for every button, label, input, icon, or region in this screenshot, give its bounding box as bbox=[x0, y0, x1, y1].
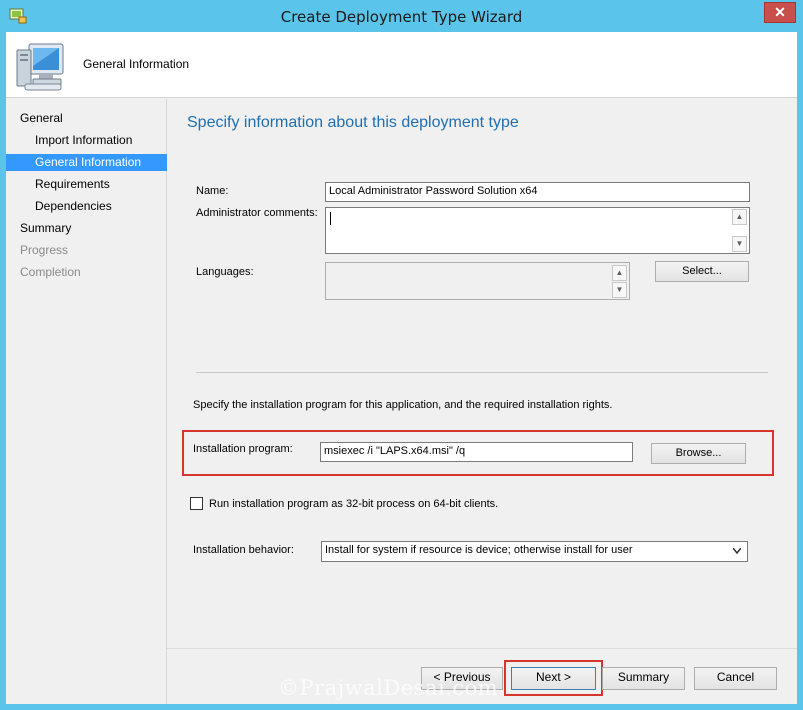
scroll-up-icon: ▲ bbox=[735, 212, 744, 221]
scroll-down-icon: ▼ bbox=[615, 285, 624, 294]
page-title: Specify information about this deploymen… bbox=[187, 114, 519, 131]
nav-item-summary[interactable]: Summary bbox=[6, 220, 167, 237]
nav-item-progress: Progress bbox=[20, 243, 69, 257]
languages-scroll-down-button: ▼ bbox=[612, 282, 627, 298]
run-32bit-checkbox[interactable] bbox=[190, 497, 203, 510]
nav-item-import-information[interactable]: Import Information bbox=[6, 132, 167, 149]
cancel-button[interactable]: Cancel bbox=[694, 667, 777, 690]
install-program-label: Installation program: bbox=[193, 443, 293, 455]
name-input[interactable]: Local Administrator Password Solution x6… bbox=[325, 182, 750, 202]
languages-list bbox=[325, 262, 630, 300]
select-languages-button[interactable]: Select... bbox=[655, 261, 749, 282]
nav-item-requirements[interactable]: Requirements bbox=[6, 176, 167, 193]
comments-textarea[interactable] bbox=[325, 207, 750, 254]
comments-label: Administrator comments: bbox=[196, 207, 318, 219]
languages-scroll-up-button: ▲ bbox=[612, 265, 627, 281]
computer-monitor-icon bbox=[16, 43, 64, 91]
header-title: General Information bbox=[83, 57, 190, 71]
chevron-down-icon bbox=[733, 548, 741, 554]
close-button[interactable]: ✕ bbox=[764, 2, 796, 23]
install-program-input[interactable]: msiexec /i "LAPS.x64.msi" /q bbox=[320, 442, 633, 462]
nav-item-completion: Completion bbox=[20, 265, 81, 279]
scroll-down-icon: ▼ bbox=[735, 239, 744, 248]
nav-item-general-information[interactable]: General Information bbox=[6, 154, 167, 171]
install-hint-text: Specify the installation program for thi… bbox=[193, 399, 613, 411]
run-32bit-label: Run installation program as 32-bit proce… bbox=[209, 498, 499, 510]
name-label: Name: bbox=[196, 185, 229, 197]
install-behavior-label: Installation behavior: bbox=[193, 544, 294, 556]
window-title: Create Deployment Type Wizard bbox=[280, 8, 523, 26]
nav-item-general[interactable]: General bbox=[6, 110, 167, 127]
text-caret bbox=[330, 212, 331, 225]
nav-item-dependencies[interactable]: Dependencies bbox=[6, 198, 167, 215]
scroll-up-icon: ▲ bbox=[615, 268, 624, 277]
comments-scroll-up-button[interactable]: ▲ bbox=[732, 209, 747, 225]
close-icon: ✕ bbox=[774, 4, 786, 20]
section-divider bbox=[196, 372, 768, 373]
summary-button[interactable]: Summary bbox=[602, 667, 685, 690]
next-button[interactable]: Next > bbox=[511, 667, 596, 690]
footer-divider bbox=[167, 648, 797, 649]
comments-scroll-down-button[interactable]: ▼ bbox=[732, 236, 747, 252]
languages-label: Languages: bbox=[196, 266, 254, 278]
install-behavior-select[interactable]: Install for system if resource is device… bbox=[321, 541, 748, 562]
browse-button[interactable]: Browse... bbox=[651, 443, 746, 464]
watermark: ©PrajwalDesai.com bbox=[278, 676, 499, 700]
install-behavior-value: Install for system if resource is device… bbox=[325, 544, 633, 556]
